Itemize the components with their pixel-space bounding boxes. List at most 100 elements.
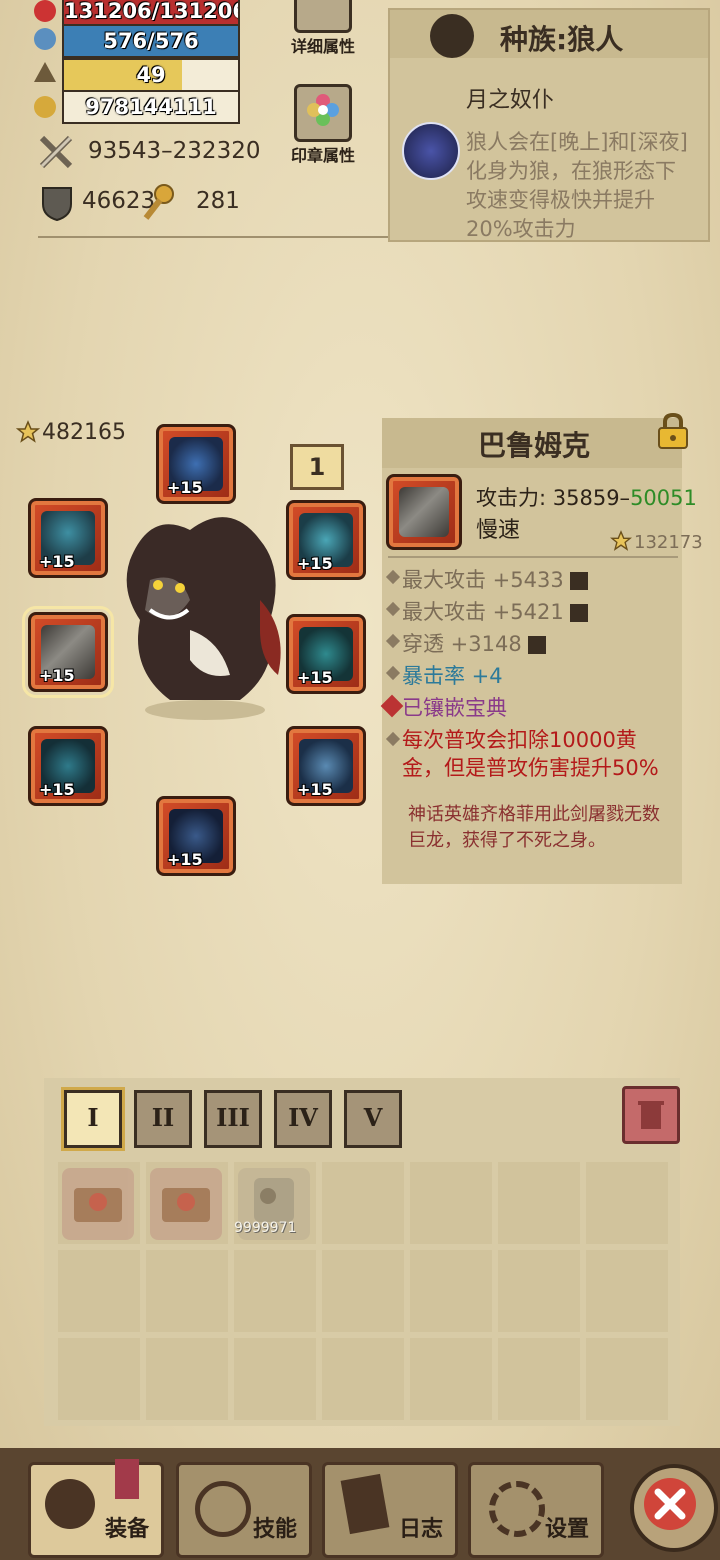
equip-slot-armor[interactable]: +15 <box>286 726 366 806</box>
bag-cell[interactable] <box>234 1250 316 1332</box>
item-count: 9999971 <box>234 1220 297 1236</box>
equip-power: 482165 <box>42 420 126 445</box>
luck-value: 281 <box>196 188 240 214</box>
race-panel: 种族:狼人 月之奴仆 狼人会在[晚上]和[深夜]化身为狼，在狼形态下攻速变得极快… <box>388 8 710 242</box>
mana-icon <box>34 28 56 50</box>
inlay-star-icon <box>380 694 404 718</box>
nav-settings[interactable]: 设置 <box>468 1462 604 1558</box>
upgrade-arrow-icon <box>569 604 588 622</box>
race-title: 种族:狼人 <box>500 23 624 56</box>
item-prop: 最大攻击 +5421 <box>402 596 588 626</box>
upgrade-arrow-icon <box>569 572 588 590</box>
bag-cell[interactable] <box>146 1250 228 1332</box>
bullet-icon <box>385 665 401 681</box>
bag-cell[interactable] <box>586 1162 668 1244</box>
item-prop: 最大攻击 +5433 <box>402 564 588 594</box>
bullet-icon <box>385 731 401 747</box>
bag-tab-5[interactable]: V <box>344 1090 402 1148</box>
enhance-level: +15 <box>167 478 203 497</box>
star-icon <box>609 530 633 552</box>
bag-cell[interactable] <box>410 1162 492 1244</box>
item-lore: 神话英雄齐格菲用此剑屠戮无数巨龙，获得了不死之身。 <box>408 804 660 851</box>
werewolf-character <box>110 500 290 720</box>
level-bar: 49 <box>62 58 240 92</box>
nav-equip[interactable]: 装备 <box>28 1459 164 1558</box>
equip-slot-helmet[interactable]: +15 <box>156 424 236 504</box>
equip-slot-ring[interactable]: +15 <box>28 726 108 806</box>
enhance-level: +15 <box>297 554 333 573</box>
enhance-level: +15 <box>39 552 75 571</box>
nav-skill[interactable]: 技能 <box>176 1462 312 1558</box>
bag-cell[interactable] <box>586 1250 668 1332</box>
bag-cell[interactable] <box>322 1250 404 1332</box>
bag-cell[interactable] <box>410 1250 492 1332</box>
nav-log[interactable]: 日志 <box>322 1462 458 1558</box>
item-name: 巴鲁姆克 <box>478 429 591 462</box>
bag-item-book[interactable] <box>150 1168 222 1240</box>
loadout-number-button[interactable]: 1 <box>290 444 344 490</box>
bag-tab-1[interactable]: I <box>64 1090 122 1148</box>
equip-slot-weapon[interactable]: +15 <box>22 606 114 698</box>
bullet-icon <box>385 569 401 585</box>
bag-cell[interactable] <box>58 1250 140 1332</box>
journal-icon <box>340 1473 390 1535</box>
item-prop: 穿透 +3148 <box>402 628 546 658</box>
item-attack: 攻击力: 35859–50051 <box>476 482 697 512</box>
bag-tab-4[interactable]: IV <box>274 1090 332 1148</box>
bullet-icon <box>385 601 401 617</box>
bag-cell[interactable] <box>322 1162 404 1244</box>
bag-item-scroll[interactable]: 9999971 <box>234 1168 310 1240</box>
bag-cell[interactable] <box>58 1338 140 1420</box>
gold-icon <box>34 96 56 118</box>
equip-slot-gloves[interactable]: +15 <box>286 614 366 694</box>
nav-equip-label: 装备 <box>104 1517 149 1542</box>
bag-cell[interactable] <box>498 1250 580 1332</box>
divider <box>388 556 678 558</box>
item-prop-crit: 暴击率 +4 <box>402 664 503 688</box>
wolf-emblem-icon <box>430 14 474 58</box>
detail-attributes-button[interactable]: 详细属性 <box>286 0 360 57</box>
attack-label: 攻击力: 35859– <box>476 486 631 510</box>
lock-icon[interactable] <box>656 412 690 450</box>
close-button[interactable] <box>630 1464 718 1552</box>
star-icon <box>15 420 41 444</box>
bag-item-book[interactable] <box>62 1168 134 1240</box>
bag-cell[interactable] <box>498 1162 580 1244</box>
trash-icon[interactable] <box>622 1086 680 1144</box>
enhance-level: +15 <box>39 666 75 685</box>
gold-value: 978144111 <box>85 95 217 119</box>
enhance-level: +15 <box>39 780 75 799</box>
nav-skill-label: 技能 <box>252 1517 297 1542</box>
shield-icon <box>40 184 74 222</box>
gold-bar: 978144111 <box>62 90 240 124</box>
seal-attributes-button[interactable]: 印章属性 <box>286 84 360 166</box>
bag-tab-2[interactable]: II <box>134 1090 192 1148</box>
bookmark-icon <box>115 1459 139 1499</box>
bag-tab-3[interactable]: III <box>204 1090 262 1148</box>
mp-bar: 576/576 <box>62 24 240 58</box>
enhance-level: +15 <box>297 780 333 799</box>
bag-cell[interactable] <box>322 1338 404 1420</box>
item-speed: 慢速 <box>476 518 521 543</box>
prop-text: 最大攻击 +5421 <box>402 600 564 624</box>
wolf-howl-skill-icon <box>402 122 460 180</box>
item-weapon-icon <box>386 474 462 550</box>
equip-slot-amulet[interactable]: +15 <box>28 498 108 578</box>
close-icon <box>644 1478 696 1530</box>
nav-log-label: 日志 <box>398 1517 443 1542</box>
bag-cell[interactable] <box>146 1338 228 1420</box>
bag-cell[interactable] <box>586 1338 668 1420</box>
dots-icon <box>294 0 352 33</box>
level-icon <box>34 62 56 82</box>
heart-icon <box>34 0 56 22</box>
upgrade-arrow-icon <box>527 636 546 654</box>
bag-cell[interactable] <box>410 1338 492 1420</box>
equip-slot-shoulder[interactable]: +15 <box>286 500 366 580</box>
flower-seal-icon <box>294 84 352 142</box>
bag-cell[interactable] <box>498 1338 580 1420</box>
bag-cell[interactable] <box>234 1338 316 1420</box>
enhance-level: +15 <box>167 850 203 869</box>
equip-slot-boots[interactable]: +15 <box>156 796 236 876</box>
attack-max: 50051 <box>630 486 697 510</box>
gear-icon <box>489 1481 545 1537</box>
